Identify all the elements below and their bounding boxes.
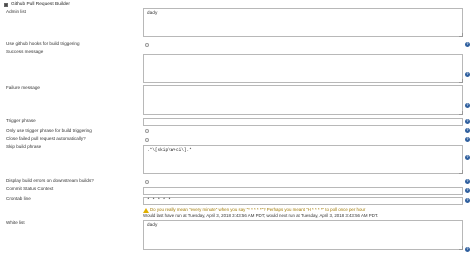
crontab-input[interactable]: * * * * * [143, 197, 463, 205]
help-icon[interactable]: ? [465, 137, 470, 142]
commit-status-input[interactable] [143, 187, 463, 195]
resize-handle[interactable] [459, 111, 463, 115]
failure-message-label: Failure message [6, 85, 40, 90]
white-list-label: White list [6, 220, 25, 225]
help-icon[interactable]: ? [465, 42, 470, 47]
only-trigger-phrase-checkbox[interactable] [145, 129, 149, 133]
commit-status-label: Commit Status Context [6, 186, 54, 191]
display-errors-label: Display build errors on downstream build… [6, 178, 94, 183]
white-list-textarea[interactable]: dady [143, 220, 463, 250]
only-trigger-phrase-label: Only use trigger phrase for build trigge… [6, 128, 92, 133]
help-icon[interactable]: ? [465, 179, 470, 184]
close-failed-label: Close failed pull request automatically? [6, 136, 86, 141]
use-hooks-checkbox[interactable] [145, 43, 149, 47]
crontab-warning: Do you really mean "every minute" when y… [150, 207, 366, 212]
failure-message-textarea[interactable] [143, 85, 463, 115]
resize-handle[interactable] [459, 170, 463, 174]
help-icon[interactable]: ? [465, 188, 470, 193]
help-icon[interactable]: ? [465, 119, 470, 124]
close-failed-checkbox[interactable] [145, 138, 149, 142]
use-hooks-label: Use github hooks for build triggering [6, 41, 80, 46]
trigger-phrase-label: Trigger phrase [6, 118, 36, 123]
help-icon[interactable]: ? [465, 155, 470, 160]
admin-list-textarea[interactable]: dady [143, 8, 463, 37]
resize-handle[interactable] [459, 79, 463, 83]
help-icon[interactable]: ? [465, 128, 470, 133]
trigger-phrase-input[interactable] [143, 118, 463, 126]
display-errors-checkbox[interactable] [145, 180, 149, 184]
help-icon[interactable]: ? [465, 103, 470, 108]
crontab-info: Would last have run at Tuesday, April 3,… [143, 213, 379, 218]
admin-list-label: Admin list [6, 9, 26, 14]
skip-phrase-label: Skip build phrase [6, 144, 42, 149]
help-icon[interactable]: ? [465, 72, 470, 77]
crontab-label: Crontab line [6, 196, 31, 201]
resize-handle[interactable] [459, 246, 463, 250]
help-icon[interactable]: ? [465, 198, 470, 203]
success-message-label: Success message [6, 49, 44, 54]
help-icon[interactable]: ? [465, 247, 470, 252]
success-message-textarea[interactable] [143, 54, 463, 83]
section-title: Github Pull Request Builder [11, 2, 70, 7]
skip-phrase-textarea[interactable]: .*\[skip\W+ci\].* [143, 145, 463, 174]
enable-builder-checkbox[interactable] [4, 3, 8, 7]
resize-handle[interactable] [459, 33, 463, 37]
